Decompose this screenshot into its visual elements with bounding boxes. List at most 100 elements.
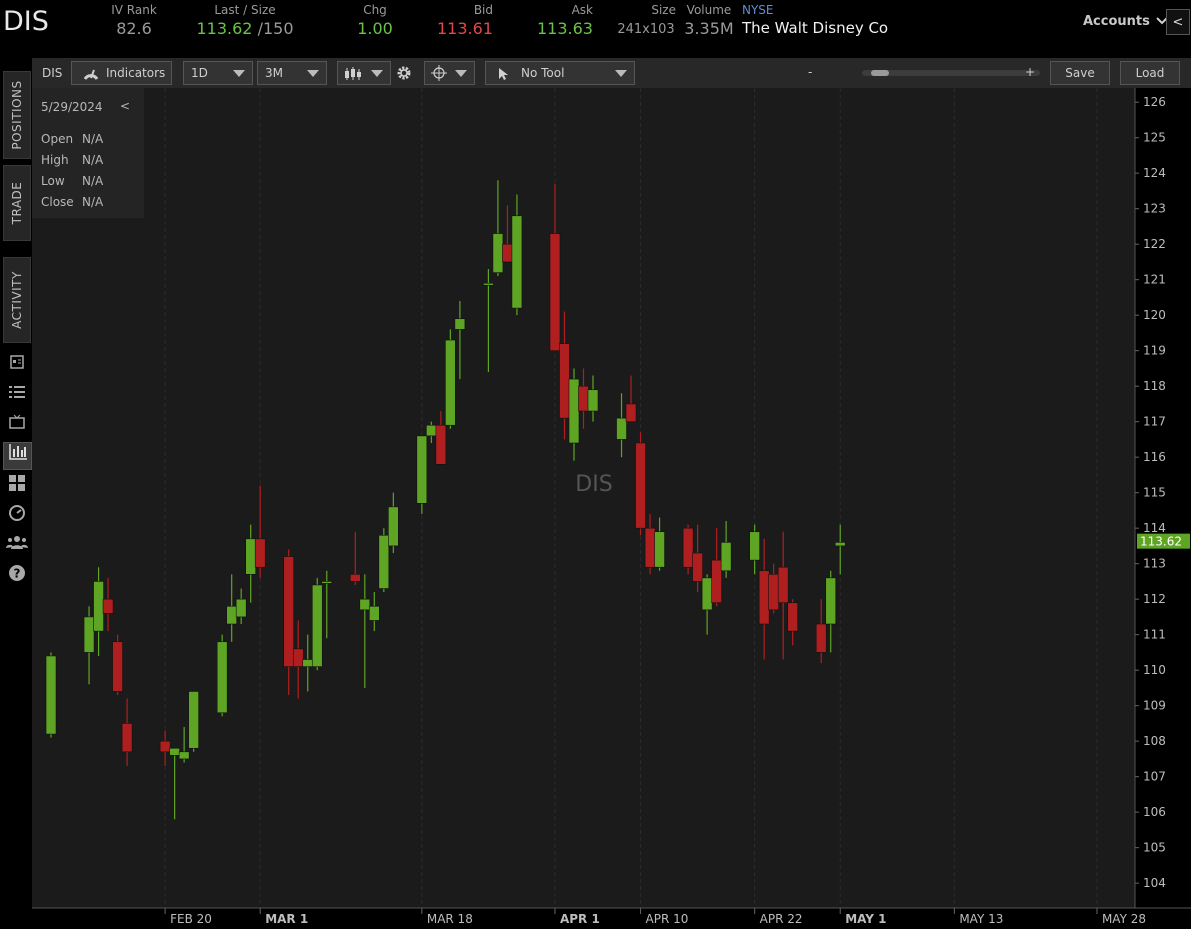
candle-body bbox=[369, 605, 380, 621]
x-tick-label: MAY 1 bbox=[845, 912, 886, 925]
candle bbox=[416, 435, 428, 514]
candle-body bbox=[682, 527, 694, 568]
candle-body bbox=[112, 641, 123, 692]
news-icon[interactable] bbox=[6, 354, 28, 376]
candle-body bbox=[349, 574, 361, 582]
zoom-slider[interactable] bbox=[862, 70, 1040, 76]
candle-body bbox=[701, 577, 713, 611]
chevron-down-icon bbox=[455, 70, 467, 77]
candle-body bbox=[435, 424, 447, 465]
candle-body bbox=[720, 542, 732, 572]
dashboard-icon[interactable] bbox=[6, 504, 28, 526]
quote-size: Size 241x103 bbox=[616, 3, 676, 37]
chart-symbol[interactable]: DIS bbox=[42, 66, 62, 80]
company-name: The Walt Disney Co bbox=[742, 19, 889, 37]
plot-background bbox=[32, 88, 1135, 908]
zoom-in-button[interactable]: + bbox=[1025, 65, 1035, 79]
left-sidebar: POSITIONS TRADE ACTIVITY ? bbox=[0, 58, 32, 925]
svg-text:?: ? bbox=[14, 567, 21, 581]
chart-type-select[interactable] bbox=[337, 61, 391, 85]
y-tick-label: 107 bbox=[1143, 770, 1166, 784]
price-chart[interactable]: FEB 20 MAR 1 MAR 18 APR 1 APR 10 APR 22 MAY 1 M… bbox=[32, 88, 1191, 926]
candle-body bbox=[416, 435, 428, 504]
candle-body bbox=[235, 598, 247, 618]
load-button[interactable]: Load bbox=[1120, 61, 1180, 85]
quote-label: Volume bbox=[686, 3, 732, 17]
symbol-title[interactable]: DIS bbox=[3, 6, 49, 37]
tab-label: ACTIVITY bbox=[10, 271, 24, 329]
candle-body bbox=[311, 584, 323, 667]
x-tick-label: APR 10 bbox=[646, 912, 689, 925]
x-tick-label: APR 22 bbox=[760, 912, 803, 925]
indicators-button[interactable]: Indicators bbox=[71, 61, 172, 85]
chevron-down-icon bbox=[307, 70, 319, 77]
zoom-slider-thumb[interactable] bbox=[871, 70, 889, 76]
range-value: 3M bbox=[265, 66, 283, 80]
quote-iv-rank: IV Rank 82.6 bbox=[96, 3, 172, 38]
candle-body bbox=[121, 723, 133, 753]
ohlc-panel: 5/29/2024 < Open N/A High N/A Low N/A Close… bbox=[32, 88, 144, 218]
y-tick-label: 116 bbox=[1143, 450, 1166, 464]
ohlc-value: N/A bbox=[82, 153, 104, 167]
crosshair-select[interactable] bbox=[424, 61, 475, 85]
gear-icon[interactable] bbox=[396, 65, 412, 85]
accounts-menu[interactable]: Accounts bbox=[1083, 14, 1168, 29]
chevron-down-icon bbox=[615, 70, 627, 77]
tab-activity[interactable]: ACTIVITY bbox=[3, 257, 31, 343]
candle-body bbox=[445, 339, 456, 426]
list-icon[interactable] bbox=[6, 384, 28, 406]
candle-body bbox=[292, 648, 304, 667]
chevron-down-icon bbox=[371, 70, 383, 77]
candle-body bbox=[587, 389, 599, 412]
ohlc-label: High bbox=[41, 153, 69, 167]
tab-trade[interactable]: TRADE bbox=[3, 165, 31, 241]
tab-positions[interactable]: POSITIONS bbox=[3, 71, 31, 159]
ohlc-value: N/A bbox=[82, 132, 104, 146]
candle-body bbox=[568, 378, 580, 444]
candle-body bbox=[768, 574, 779, 611]
quote-label: Chg bbox=[363, 3, 387, 17]
quote-bid: Bid 113.61 bbox=[434, 3, 496, 38]
help-icon[interactable]: ? bbox=[6, 564, 28, 586]
range-select[interactable]: 3M bbox=[257, 61, 327, 85]
x-tick-label: APR 1 bbox=[560, 912, 600, 925]
candle-body bbox=[492, 233, 504, 273]
candle-body bbox=[815, 623, 827, 653]
quote-value: 113.61 bbox=[437, 19, 493, 38]
save-button[interactable]: Save bbox=[1050, 61, 1110, 85]
candle-body bbox=[635, 442, 646, 529]
chart-icon[interactable] bbox=[3, 442, 32, 470]
candle-body bbox=[825, 577, 837, 625]
last-price-label: 113.62 bbox=[1140, 535, 1182, 549]
candle bbox=[635, 432, 646, 536]
y-tick-label: 109 bbox=[1143, 699, 1166, 713]
ohlc-close: Close N/A bbox=[41, 195, 103, 209]
chart-area[interactable]: FEB 20 MAR 1 MAR 18 APR 1 APR 10 APR 22 MAY 1 M… bbox=[32, 88, 1191, 926]
drawing-tool-select[interactable]: No Tool bbox=[485, 61, 635, 85]
y-tick-label: 108 bbox=[1143, 734, 1166, 748]
quote-label: Size bbox=[651, 3, 676, 17]
collapse-ohlc-button[interactable]: < bbox=[120, 99, 130, 113]
candle-body bbox=[93, 581, 104, 632]
grid-icon[interactable] bbox=[6, 474, 28, 496]
community-icon[interactable] bbox=[6, 534, 28, 556]
interval-value: 1D bbox=[191, 66, 208, 80]
y-tick-label: 124 bbox=[1143, 166, 1166, 180]
x-tick-label: FEB 20 bbox=[170, 912, 212, 925]
zoom-out-button[interactable]: - bbox=[808, 65, 812, 79]
candle-body bbox=[578, 385, 589, 412]
interval-select[interactable]: 1D bbox=[183, 61, 253, 85]
y-tick-label: 121 bbox=[1143, 273, 1166, 287]
quote-last-size: Last / Size 113.62 /150 bbox=[193, 3, 297, 38]
candle-body bbox=[188, 691, 199, 749]
candle-body bbox=[787, 602, 798, 632]
y-tick-label: 120 bbox=[1143, 308, 1166, 322]
candle-body bbox=[502, 243, 513, 263]
y-tick-label: 104 bbox=[1143, 876, 1166, 890]
cursor-icon bbox=[498, 66, 510, 88]
tv-icon[interactable] bbox=[6, 414, 28, 436]
collapse-panel-button[interactable]: < bbox=[1166, 9, 1190, 35]
candle-body bbox=[216, 641, 228, 714]
indicators-icon bbox=[82, 65, 100, 88]
quote-ask: Ask 113.63 bbox=[534, 3, 596, 38]
